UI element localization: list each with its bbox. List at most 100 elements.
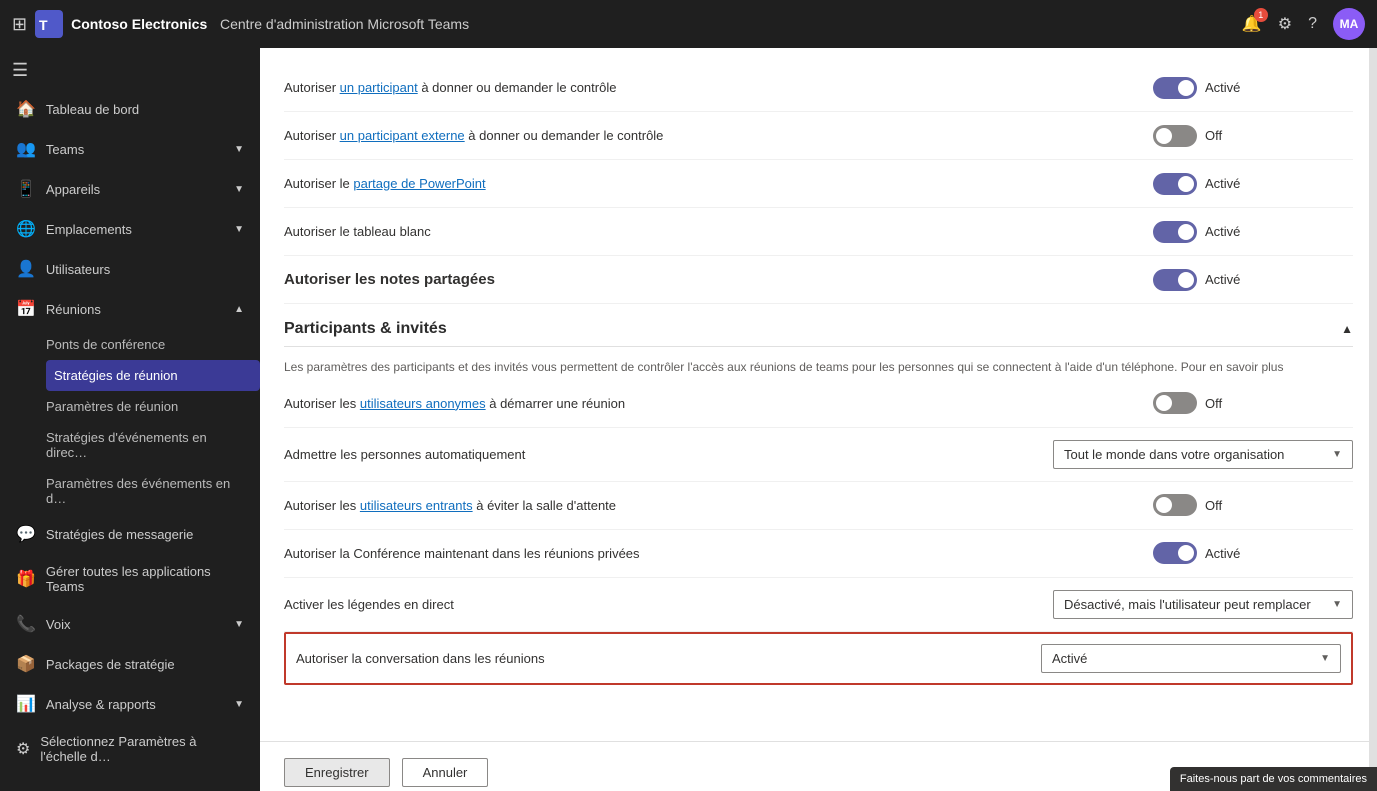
setting-label-conference-maintenant: Autoriser la Conférence maintenant dans … — [284, 546, 1153, 561]
toggle-label: Off — [1205, 498, 1222, 513]
toggle-anonymes[interactable] — [1153, 392, 1197, 414]
sidebar-item-strategies-reunion[interactable]: Stratégies de réunion — [46, 360, 260, 391]
packages-icon: 📦 — [16, 654, 36, 674]
chevron-down-icon: ▼ — [234, 619, 244, 630]
section-header-participants: Participants & invités ▲ — [284, 304, 1353, 347]
sidebar-item-label: Utilisateurs — [46, 262, 244, 277]
section-title-participants: Participants & invités — [284, 320, 447, 338]
help-icon[interactable]: ? — [1308, 15, 1317, 33]
setting-row-conversation: Autoriser la conversation dans les réuni… — [284, 632, 1353, 685]
sidebar-item-analyse[interactable]: 📊 Analyse & rapports ▼ — [0, 684, 260, 724]
teams-icon: 👥 — [16, 139, 36, 159]
setting-row-attente: Autoriser les utilisateurs entrants à év… — [284, 482, 1353, 530]
control-legendes: Désactivé, mais l'utilisateur peut rempl… — [1053, 590, 1353, 619]
sidebar-item-label: Stratégies de messagerie — [46, 527, 244, 542]
toggle-externe-controle[interactable] — [1153, 125, 1197, 147]
chevron-down-icon: ▼ — [234, 184, 244, 195]
svg-text:T: T — [39, 17, 48, 33]
teams-logo-icon: T — [35, 10, 63, 38]
users-icon: 👤 — [16, 259, 36, 279]
collapse-button-participants[interactable]: ▲ — [1341, 322, 1353, 336]
messaging-icon: 💬 — [16, 524, 36, 544]
setting-row-tableau-blanc: Autoriser le tableau blanc Activé — [284, 208, 1353, 256]
sidebar-item-parametres-reunion[interactable]: Paramètres de réunion — [46, 391, 260, 422]
chevron-down-icon: ▼ — [1332, 599, 1342, 610]
sidebar-item-utilisateurs[interactable]: 👤 Utilisateurs — [0, 249, 260, 289]
sidebar-item-voix[interactable]: 📞 Voix ▼ — [0, 604, 260, 644]
sidebar: ☰ 🏠 Tableau de bord 👥 Teams ▼ 📱 Appareil… — [0, 48, 260, 791]
settings-gear-icon: ⚙ — [16, 739, 30, 759]
topbar: ⊞ T Contoso Electronics Centre d'adminis… — [0, 0, 1377, 48]
toggle-powerpoint[interactable] — [1153, 173, 1197, 195]
save-button[interactable]: Enregistrer — [284, 758, 390, 787]
control-externe-controle: Off — [1153, 125, 1353, 147]
sidebar-item-appareils[interactable]: 📱 Appareils ▼ — [0, 169, 260, 209]
toggle-notes[interactable] — [1153, 269, 1197, 291]
setting-label-conversation: Autoriser la conversation dans les réuni… — [296, 651, 1041, 666]
meetings-icon: 📅 — [16, 299, 36, 319]
control-conference-maintenant: Activé — [1153, 542, 1353, 564]
notification-icon[interactable]: 🔔 1 — [1242, 14, 1262, 34]
toggle-autoriser-controle[interactable] — [1153, 77, 1197, 99]
sidebar-item-label: Teams — [46, 142, 224, 157]
toggle-attente[interactable] — [1153, 494, 1197, 516]
sidebar-item-apps[interactable]: 🎁 Gérer toutes les applications Teams — [0, 554, 260, 604]
chevron-up-icon: ▲ — [234, 304, 244, 315]
location-icon: 🌐 — [16, 219, 36, 239]
sidebar-item-label: Appareils — [46, 182, 224, 197]
setting-row-admettre: Admettre les personnes automatiquement T… — [284, 428, 1353, 482]
devices-icon: 📱 — [16, 179, 36, 199]
sidebar-item-packages[interactable]: 📦 Packages de stratégie — [0, 644, 260, 684]
brand-name: Contoso Electronics — [71, 16, 207, 32]
toggle-label: Off — [1205, 128, 1222, 143]
dropdown-conversation[interactable]: Activé ▼ — [1041, 644, 1341, 673]
hamburger-button[interactable]: ☰ — [0, 52, 260, 89]
topbar-icons: 🔔 1 ⚙ ? MA — [1242, 8, 1365, 40]
brand: ⊞ T Contoso Electronics — [12, 10, 212, 38]
setting-label-externe-controle: Autoriser un participant externe à donne… — [284, 128, 1153, 143]
content-area: Autoriser un participant à donner ou dem… — [260, 48, 1377, 791]
control-attente: Off — [1153, 494, 1353, 516]
settings-icon[interactable]: ⚙ — [1278, 14, 1292, 34]
analytics-icon: 📊 — [16, 694, 36, 714]
sidebar-item-label: Packages de stratégie — [46, 657, 244, 672]
toggle-label: Activé — [1205, 224, 1240, 239]
control-anonymes: Off — [1153, 392, 1353, 414]
sidebar-item-messagerie[interactable]: 💬 Stratégies de messagerie — [0, 514, 260, 554]
sidebar-item-label: Réunions — [46, 302, 224, 317]
avatar[interactable]: MA — [1333, 8, 1365, 40]
voice-icon: 📞 — [16, 614, 36, 634]
sidebar-item-label: Tableau de bord — [46, 102, 244, 117]
control-notes: Activé — [1153, 269, 1353, 291]
sidebar-item-parametres-evenements[interactable]: Paramètres des événements en d… — [46, 468, 260, 514]
sidebar-item-tableau-de-bord[interactable]: 🏠 Tableau de bord — [0, 89, 260, 129]
dropdown-value-conversation: Activé — [1052, 651, 1320, 666]
sidebar-item-teams[interactable]: 👥 Teams ▼ — [0, 129, 260, 169]
cancel-button[interactable]: Annuler — [402, 758, 489, 787]
feedback-tooltip: Faites-nous part de vos commentaires — [1170, 767, 1377, 791]
dropdown-admettre[interactable]: Tout le monde dans votre organisation ▼ — [1053, 440, 1353, 469]
toggle-conference-maintenant[interactable] — [1153, 542, 1197, 564]
chevron-down-icon: ▼ — [1320, 653, 1330, 664]
setting-row-autoriser-controle: Autoriser un participant à donner ou dem… — [284, 64, 1353, 112]
dropdown-legendes[interactable]: Désactivé, mais l'utilisateur peut rempl… — [1053, 590, 1353, 619]
sidebar-item-reunions[interactable]: 📅 Réunions ▲ — [0, 289, 260, 329]
setting-label-tableau-blanc: Autoriser le tableau blanc — [284, 224, 1153, 239]
sidebar-item-label: Gérer toutes les applications Teams — [46, 564, 244, 594]
sidebar-item-strategies-evenements[interactable]: Stratégies d'événements en direc… — [46, 422, 260, 468]
sidebar-item-label: Voix — [46, 617, 224, 632]
setting-row-powerpoint: Autoriser le partage de PowerPoint Activ… — [284, 160, 1353, 208]
toggle-tableau-blanc[interactable] — [1153, 221, 1197, 243]
setting-row-anonymes: Autoriser les utilisateurs anonymes à dé… — [284, 380, 1353, 428]
chevron-down-icon: ▼ — [1332, 449, 1342, 460]
chevron-down-icon: ▼ — [234, 699, 244, 710]
setting-label-legendes: Activer les légendes en direct — [284, 597, 1053, 612]
sidebar-item-emplacements[interactable]: 🌐 Emplacements ▼ — [0, 209, 260, 249]
sidebar-item-ponts[interactable]: Ponts de conférence — [46, 329, 260, 360]
toggle-label: Activé — [1205, 272, 1240, 287]
sidebar-item-parametres-echelle[interactable]: ⚙ Sélectionnez Paramètres à l'échelle d… — [0, 724, 260, 774]
toggle-label: Activé — [1205, 546, 1240, 561]
control-tableau-blanc: Activé — [1153, 221, 1353, 243]
setting-row-externe-controle: Autoriser un participant externe à donne… — [284, 112, 1353, 160]
setting-label-anonymes: Autoriser les utilisateurs anonymes à dé… — [284, 396, 1153, 411]
